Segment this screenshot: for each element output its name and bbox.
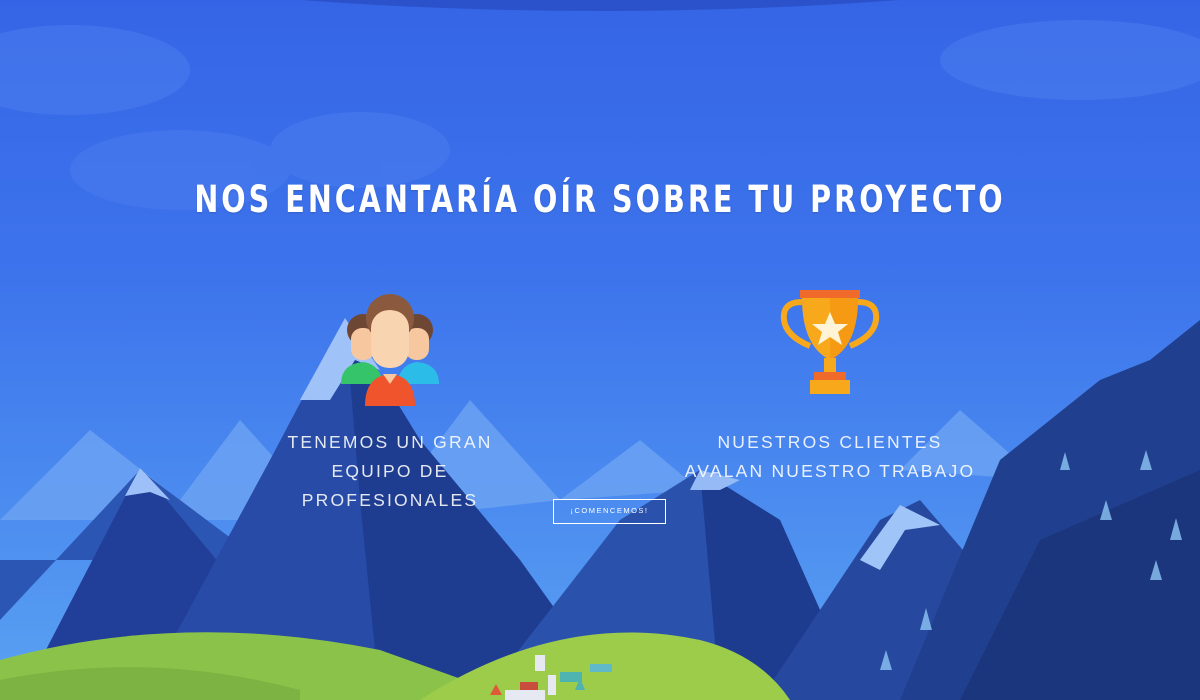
team-people-icon [341,294,439,406]
feature-clients: NUESTROS CLIENTES AVALAN NUESTRO TRABAJO [670,284,990,486]
feature-team-line1: TENEMOS UN GRAN [287,432,493,452]
top-arc [300,0,900,11]
feature-team-text: TENEMOS UN GRAN EQUIPO DE PROFESIONALES [240,428,540,515]
start-button[interactable]: ¡COMENCEMOS! [553,499,666,524]
hero-section: NOS ENCANTARÍA OÍR SOBRE TU PROYECTO TEN… [0,0,1200,700]
trophy-star-icon [780,290,880,394]
feature-clients-line2: AVALAN NUESTRO TRABAJO [684,461,976,481]
feature-team: TENEMOS UN GRAN EQUIPO DE PROFESIONALES [240,284,540,515]
headline: NOS ENCANTARÍA OÍR SOBRE TU PROYECTO [194,178,1006,221]
feature-clients-line1: NUESTROS CLIENTES [717,432,943,452]
feature-team-line2: EQUIPO DE PROFESIONALES [301,461,479,510]
feature-clients-text: NUESTROS CLIENTES AVALAN NUESTRO TRABAJO [670,428,990,486]
mountain-landscape-illustration [0,0,1200,700]
